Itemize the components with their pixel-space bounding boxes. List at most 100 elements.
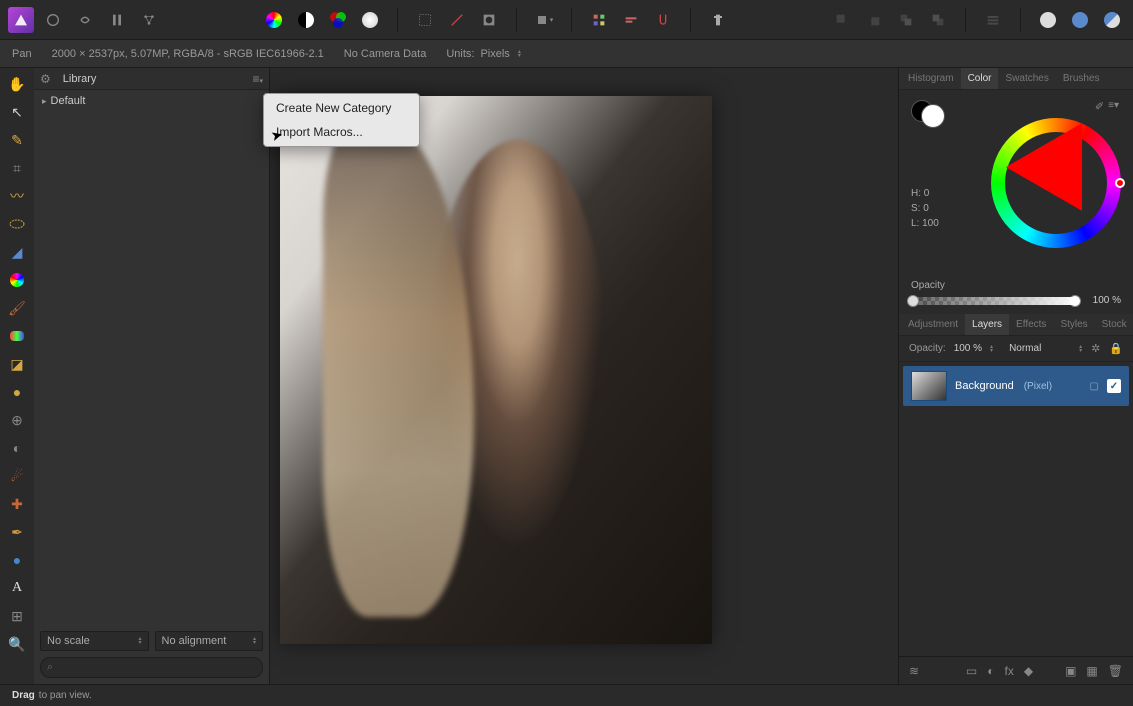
blend-ranges-icon[interactable]: ≋ xyxy=(909,664,919,678)
arrange-icon[interactable] xyxy=(586,7,612,33)
smudge-tool-icon[interactable]: ☄ xyxy=(4,464,30,488)
erase-tool-icon[interactable]: ◪ xyxy=(4,352,30,376)
gradient-tool-icon[interactable] xyxy=(4,268,30,292)
layer-opacity-value[interactable]: 100 % xyxy=(954,343,982,354)
current-tool-label: Pan xyxy=(12,48,32,60)
lock-icon[interactable]: 🔒 xyxy=(1109,342,1123,355)
eyedropper-icon[interactable]: ✐ xyxy=(1095,100,1104,114)
gear-icon[interactable]: ⚙ xyxy=(40,72,51,86)
search-field[interactable] xyxy=(57,662,256,674)
layer-fx-icon[interactable]: ✲ xyxy=(1091,342,1100,355)
tab-layers[interactable]: Layers xyxy=(965,314,1009,335)
selection-marquee-icon[interactable] xyxy=(412,7,438,33)
fx-icon[interactable]: fx xyxy=(1005,664,1014,678)
layer-lock-icon[interactable]: ▢ xyxy=(1090,381,1099,392)
contrast-icon[interactable] xyxy=(293,7,319,33)
text-tool-icon[interactable]: A xyxy=(4,576,30,600)
library-category-item[interactable]: ▸ Default xyxy=(42,93,261,109)
snapping-icon[interactable] xyxy=(650,7,676,33)
move-tool-icon[interactable]: ↖ xyxy=(4,100,30,124)
persona-develop-icon[interactable] xyxy=(104,7,130,33)
tab-effects[interactable]: Effects xyxy=(1009,314,1053,335)
crop-tool-icon[interactable]: ⌗ xyxy=(4,156,30,180)
assistant-icon[interactable] xyxy=(705,7,731,33)
marquee-tool-icon[interactable] xyxy=(4,212,30,236)
tab-adjustment[interactable]: Adjustment xyxy=(901,314,965,335)
group-icon[interactable]: ▣ xyxy=(1065,664,1076,678)
separator xyxy=(690,8,691,32)
delete-layer-icon[interactable]: 🗑 xyxy=(1108,664,1123,678)
selection-brush-tool-icon[interactable]: 〰 xyxy=(4,184,30,208)
hue-handle[interactable] xyxy=(1115,178,1125,188)
layer-thumbnail[interactable] xyxy=(911,371,947,401)
scale-select[interactable]: No scale ▴▾ xyxy=(40,631,149,651)
tab-swatches[interactable]: Swatches xyxy=(998,68,1055,89)
crop-vignette-icon[interactable]: ◆ xyxy=(1024,664,1033,678)
rgb-circles-icon[interactable] xyxy=(325,7,351,33)
stack-icon[interactable] xyxy=(980,7,1006,33)
tab-histogram[interactable]: Histogram xyxy=(901,68,961,89)
library-tree: ▸ Default xyxy=(34,90,269,625)
clone-tool-icon[interactable]: ⊕ xyxy=(4,408,30,432)
tab-color[interactable]: Color xyxy=(961,68,999,89)
slider-thumb-end[interactable] xyxy=(1069,295,1081,307)
layer-visibility-checkbox[interactable]: ✓ xyxy=(1107,379,1121,393)
layer-item[interactable]: Background (Pixel) ▢ ✓ xyxy=(903,366,1129,406)
menu-item-create-category[interactable]: Create New Category xyxy=(264,96,419,120)
mesh-tool-icon[interactable]: ⊞ xyxy=(4,604,30,628)
color-wheel[interactable] xyxy=(991,118,1121,248)
add-layer-icon[interactable]: ▦ xyxy=(1086,664,1097,678)
zoom-tool-icon[interactable]: 🔍 xyxy=(4,632,30,656)
pen-tool-icon[interactable]: ✒ xyxy=(4,520,30,544)
flood-fill-tool-icon[interactable]: ◢ xyxy=(4,240,30,264)
tab-stock[interactable]: Stock xyxy=(1095,314,1133,335)
tab-styles[interactable]: Styles xyxy=(1053,314,1094,335)
move-back-one-icon[interactable] xyxy=(893,7,919,33)
adjustment-layer-icon[interactable]: ◐ xyxy=(987,664,994,678)
dropdown-arrows-icon[interactable]: ▴▾ xyxy=(990,345,993,353)
move-front-one-icon[interactable] xyxy=(925,7,951,33)
menu-item-import-macros[interactable]: Import Macros... xyxy=(264,120,419,144)
soft-proof-icon[interactable] xyxy=(357,7,383,33)
document-canvas[interactable] xyxy=(280,96,712,644)
main-area: ✋ ↖ ✎ ⌗ 〰 ◢ 🖌 ◪ ● ⊕ ◐ ☄ ✚ ✒ ● A ⊞ 🔍 ⚙ Li… xyxy=(0,68,1133,684)
align-icon[interactable] xyxy=(618,7,644,33)
color-triangle[interactable] xyxy=(1006,123,1120,233)
quick-mask-icon[interactable] xyxy=(476,7,502,33)
paint-mixer-tool-icon[interactable] xyxy=(4,324,30,348)
pan-tool-icon[interactable]: ✋ xyxy=(4,72,30,96)
opacity-slider[interactable] xyxy=(911,297,1077,305)
move-forward-icon[interactable] xyxy=(861,7,887,33)
units-dropdown[interactable]: Units: Pixels ▴▾ xyxy=(446,48,520,60)
subtract-circle-icon[interactable] xyxy=(1067,7,1093,33)
dropdown-arrows-icon[interactable]: ▴▾ xyxy=(1079,345,1082,353)
units-label: Units: xyxy=(446,48,474,60)
foreground-background-swatches[interactable] xyxy=(911,100,945,128)
color-menu-icon[interactable]: ≡▾ xyxy=(1108,100,1119,114)
persona-photo-icon[interactable] xyxy=(40,7,66,33)
paint-brush-tool-icon[interactable]: 🖌 xyxy=(4,296,30,320)
alignment-select[interactable]: No alignment ▴▾ xyxy=(155,631,264,651)
disclosure-triangle-icon[interactable]: ▸ xyxy=(42,96,47,107)
panel-menu-icon[interactable]: ≡▾ xyxy=(252,72,263,86)
intersect-circle-icon[interactable] xyxy=(1099,7,1125,33)
mask-icon[interactable]: ▭ xyxy=(966,664,977,678)
tab-brushes[interactable]: Brushes xyxy=(1056,68,1107,89)
persona-liquify-icon[interactable] xyxy=(72,7,98,33)
healing-tool-icon[interactable]: ✚ xyxy=(4,492,30,516)
blend-mode-select[interactable]: Normal xyxy=(1009,343,1041,354)
add-circle-icon[interactable] xyxy=(1035,7,1061,33)
color-wheel-icon[interactable] xyxy=(261,7,287,33)
dodge-tool-icon[interactable]: ◐ xyxy=(4,436,30,460)
canvas-area[interactable] xyxy=(270,68,898,684)
persona-export-icon[interactable] xyxy=(136,7,162,33)
shape-tool-icon[interactable]: ● xyxy=(4,548,30,572)
sponge-tool-icon[interactable]: ● xyxy=(4,380,30,404)
library-search-input[interactable]: ⌕ xyxy=(40,657,263,678)
crop-tool-icon[interactable]: ▾ xyxy=(531,7,557,33)
selection-diagonal-icon[interactable] xyxy=(444,7,470,33)
move-back-icon[interactable] xyxy=(829,7,855,33)
color-picker-tool-icon[interactable]: ✎ xyxy=(4,128,30,152)
slider-thumb-start[interactable] xyxy=(907,295,919,307)
foreground-color-swatch[interactable] xyxy=(921,104,945,128)
